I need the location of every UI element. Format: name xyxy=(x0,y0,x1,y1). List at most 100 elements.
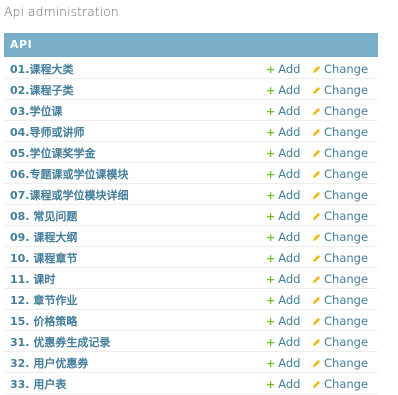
add-link[interactable]: + Add xyxy=(266,146,300,160)
model-name-cell: 32. 用户优惠券 xyxy=(4,351,266,373)
model-row: 31. 优惠券生成记录 + Add Change xyxy=(4,330,378,352)
add-cell: + Add xyxy=(266,204,312,226)
model-link[interactable]: 11. 课时 xyxy=(4,273,55,286)
add-link[interactable]: + Add xyxy=(266,125,300,139)
model-link[interactable]: 07.课程或学位模块详细 xyxy=(4,189,129,202)
plus-icon: + xyxy=(266,231,276,244)
model-row: 05.学位课奖学金 + Add Change xyxy=(4,141,378,163)
model-link[interactable]: 31. 优惠券生成记录 xyxy=(4,336,110,349)
plus-icon: + xyxy=(266,294,276,307)
pencil-icon xyxy=(312,149,321,158)
add-label: Add xyxy=(278,272,301,286)
change-link[interactable]: Change xyxy=(312,125,368,139)
change-link[interactable]: Change xyxy=(312,272,368,286)
model-link[interactable]: 33. 用户表 xyxy=(4,378,66,391)
add-cell: + Add xyxy=(266,309,312,331)
model-name-cell: 07.课程或学位模块详细 xyxy=(4,183,266,205)
plus-icon: + xyxy=(266,62,276,76)
change-link[interactable]: Change xyxy=(312,104,368,118)
pencil-icon xyxy=(312,275,321,284)
change-link[interactable]: Change xyxy=(312,335,368,349)
add-cell: + Add xyxy=(266,78,312,100)
pencil-icon xyxy=(312,380,321,389)
change-link[interactable]: Change xyxy=(312,230,368,244)
change-label: Change xyxy=(324,272,369,286)
plus-icon: + xyxy=(266,84,276,97)
model-link[interactable]: 08. 常见问题 xyxy=(4,210,77,223)
add-link[interactable]: + Add xyxy=(266,230,300,244)
model-name-cell: 03.学位课 xyxy=(4,99,266,121)
change-label: Change xyxy=(324,293,369,307)
change-link[interactable]: Change xyxy=(312,188,368,202)
pencil-icon xyxy=(312,128,321,137)
add-link[interactable]: + Add xyxy=(266,314,300,328)
change-link[interactable]: Change xyxy=(312,146,368,160)
add-link[interactable]: + Add xyxy=(266,167,300,181)
pencil-icon xyxy=(312,107,321,116)
model-name-cell: 11. 课时 xyxy=(4,267,266,289)
add-label: Add xyxy=(278,293,301,307)
change-link[interactable]: Change xyxy=(312,377,368,391)
add-cell: + Add xyxy=(266,225,312,247)
model-link[interactable]: 01.课程大类 xyxy=(4,63,74,76)
pencil-icon xyxy=(312,317,321,326)
add-link[interactable]: + Add xyxy=(266,188,300,202)
change-label: Change xyxy=(324,167,369,181)
change-link[interactable]: Change xyxy=(312,314,368,328)
model-link[interactable]: 15. 价格策略 xyxy=(4,315,77,328)
change-link[interactable]: Change xyxy=(312,167,368,181)
add-cell: + Add xyxy=(266,99,312,121)
add-label: Add xyxy=(278,377,301,391)
model-link[interactable]: 05.学位课奖学金 xyxy=(4,147,96,160)
add-link[interactable]: + Add xyxy=(266,62,300,76)
change-link[interactable]: Change xyxy=(312,209,368,223)
add-link[interactable]: + Add xyxy=(266,251,300,265)
change-link[interactable]: Change xyxy=(312,83,368,97)
model-link[interactable]: 12. 章节作业 xyxy=(4,294,77,307)
add-label: Add xyxy=(278,230,301,244)
model-table: 01.课程大类 + Add Change 02.课程子类 + Add Change 03.学位课… xyxy=(4,57,378,394)
model-link[interactable]: 02.课程子类 xyxy=(4,84,74,97)
change-cell: Change xyxy=(312,309,378,331)
change-link[interactable]: Change xyxy=(312,251,368,265)
add-label: Add xyxy=(278,188,301,202)
model-name-cell: 10. 课程章节 xyxy=(4,246,266,268)
model-link[interactable]: 10. 课程章节 xyxy=(4,252,77,265)
model-row: 02.课程子类 + Add Change xyxy=(4,78,378,100)
add-label: Add xyxy=(278,356,301,370)
add-link[interactable]: + Add xyxy=(266,377,300,391)
model-name-cell: 15. 价格策略 xyxy=(4,309,266,331)
model-name-cell: 06.专题课或学位课模块 xyxy=(4,162,266,184)
add-link[interactable]: + Add xyxy=(266,209,300,223)
model-link[interactable]: 03.学位课 xyxy=(4,105,63,118)
model-row: 10. 课程章节 + Add Change xyxy=(4,246,378,268)
plus-icon: + xyxy=(266,147,276,160)
add-cell: + Add xyxy=(266,372,312,394)
add-label: Add xyxy=(278,61,301,76)
change-cell: Change xyxy=(312,183,378,205)
module-caption[interactable]: API xyxy=(4,33,378,57)
change-link[interactable]: Change xyxy=(312,356,368,370)
add-link[interactable]: + Add xyxy=(266,272,300,286)
add-link[interactable]: + Add xyxy=(266,83,300,97)
add-link[interactable]: + Add xyxy=(266,104,300,118)
model-name-cell: 31. 优惠券生成记录 xyxy=(4,330,266,352)
add-link[interactable]: + Add xyxy=(266,356,300,370)
model-row: 08. 常见问题 + Add Change xyxy=(4,204,378,226)
model-link[interactable]: 04.导师或讲师 xyxy=(4,126,85,139)
plus-icon: + xyxy=(266,126,276,139)
change-label: Change xyxy=(324,251,369,265)
model-name-cell: 09. 课程大纲 xyxy=(4,225,266,247)
add-link[interactable]: + Add xyxy=(266,293,300,307)
model-link[interactable]: 32. 用户优惠券 xyxy=(4,357,88,370)
model-name-cell: 05.学位课奖学金 xyxy=(4,141,266,163)
change-link[interactable]: Change xyxy=(312,293,368,307)
model-link[interactable]: 09. 课程大纲 xyxy=(4,231,77,244)
add-link[interactable]: + Add xyxy=(266,335,300,349)
model-link[interactable]: 06.专题课或学位课模块 xyxy=(4,168,129,181)
add-label: Add xyxy=(278,146,301,160)
change-cell: Change xyxy=(312,246,378,268)
model-row: 15. 价格策略 + Add Change xyxy=(4,309,378,331)
model-name-cell: 04.导师或讲师 xyxy=(4,120,266,142)
change-link[interactable]: Change xyxy=(312,62,368,76)
